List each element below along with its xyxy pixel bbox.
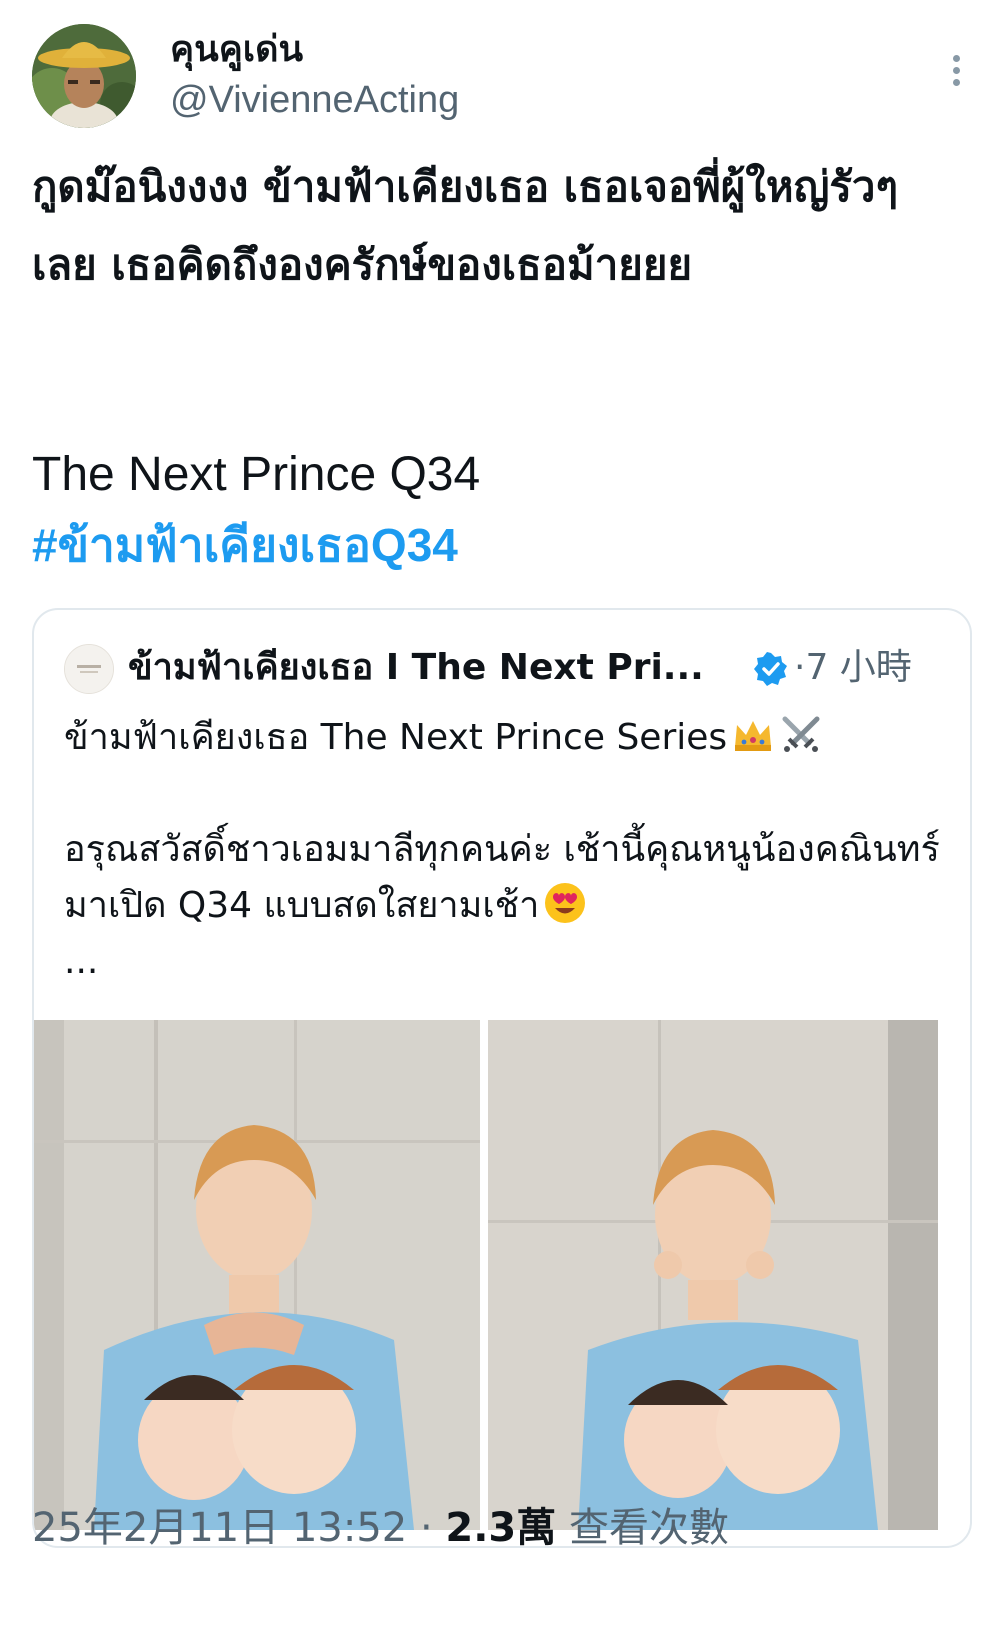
quoted-tweet-text: ข้ามฟ้าเคียงเธอ The Next Prince Series อ… <box>64 710 944 990</box>
quoted-text-paragraph: อรุณสวัสดิ์ชาวเอมมาลีทุกคนค่ะ เช้านี้คุณ… <box>64 822 944 934</box>
tweet-meta: 25年2月11日 13:52 · 2.3萬 查看次數 <box>32 1500 729 1556</box>
quoted-media <box>34 1020 970 1546</box>
heart-eyes-emoji-icon <box>543 881 587 925</box>
more-options-icon[interactable] <box>942 50 970 90</box>
hashtag-link[interactable]: #ข้ามฟ้าเคียงเธอQ34 <box>32 510 952 580</box>
photo-finger-cheeks[interactable] <box>488 1020 938 1530</box>
quoted-timestamp[interactable]: ·7 小時 <box>794 640 912 696</box>
author-handle[interactable]: @VivienneActing <box>170 74 459 126</box>
views-label: 查看次數 <box>568 1505 729 1551</box>
views-count: 2.3萬 <box>445 1505 557 1551</box>
quoted-text-line: ข้ามฟ้าเคียงเธอ The Next Prince Series <box>64 710 944 766</box>
tweet-line-title: The Next Prince Q34 <box>32 448 481 501</box>
quoted-author-avatar[interactable] <box>64 644 114 694</box>
tweet-text-extra: The Next Prince Q34 #ข้ามฟ้าเคียงเธอQ34 <box>32 440 952 580</box>
quoted-text-title: ข้ามฟ้าเคียงเธอ The Next Prince Series <box>64 717 728 758</box>
verified-badge-icon <box>754 652 788 686</box>
photo-heart-hands[interactable] <box>34 1020 480 1530</box>
meta-separator: · <box>407 1505 446 1551</box>
crown-emoji-icon <box>731 713 775 757</box>
quoted-tweet-card[interactable]: ข้ามฟ้าเคียงเธอ I The Next Pri... ·7 小時 … <box>32 608 972 1548</box>
crossed-swords-emoji-icon <box>779 713 823 757</box>
quoted-author-name[interactable]: ข้ามฟ้าเคียงเธอ I The Next Pri... <box>128 640 704 696</box>
quoted-text-body: อรุณสวัสดิ์ชาวเอมมาลีทุกคนค่ะ เช้านี้คุณ… <box>64 829 940 926</box>
author-display-name[interactable]: คุนคูเด่น <box>170 26 459 74</box>
tweet-timestamp[interactable]: 25年2月11日 13:52 <box>32 1505 407 1551</box>
tweet-text: กูดม๊อนิงงงง ข้ามฟ้าเคียงเธอ เธอเจอพี่ผู… <box>32 162 899 289</box>
quoted-text-spacer <box>64 766 944 822</box>
quoted-text-ellipsis: ... <box>64 941 99 982</box>
quoted-tweet-header: ข้ามฟ้าเคียงเธอ I The Next Pri... ·7 小時 <box>64 640 940 696</box>
tweet-header: คุนคูเด่น @VivienneActing <box>32 24 970 134</box>
author-avatar[interactable] <box>32 24 136 128</box>
